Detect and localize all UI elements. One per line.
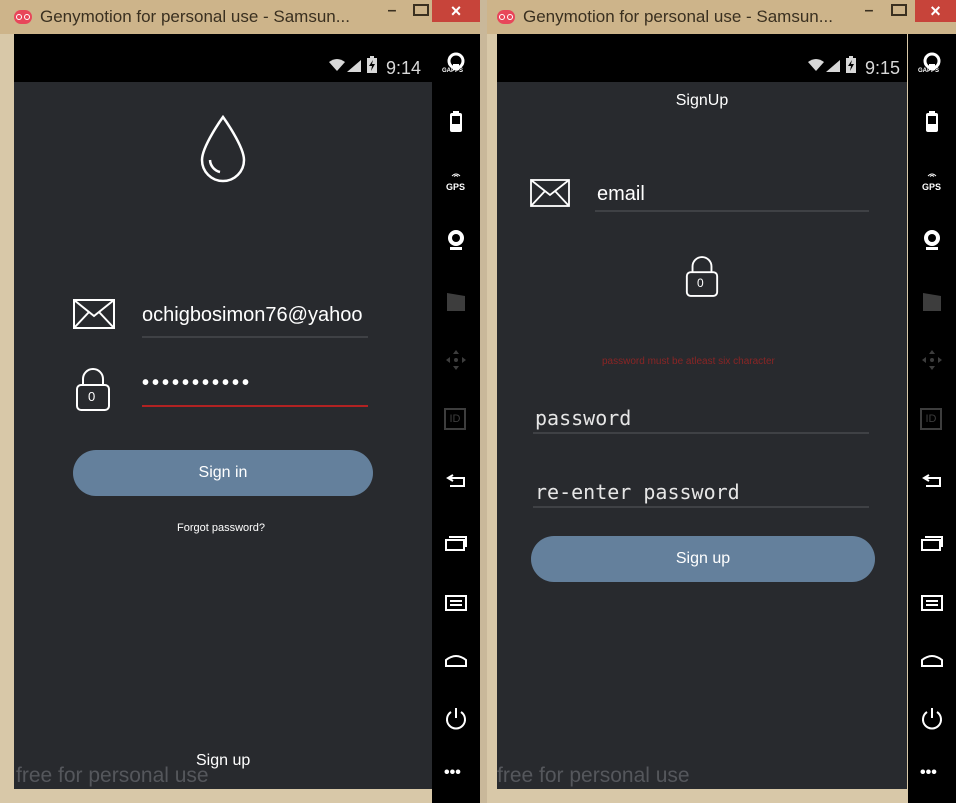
gps-label: GPS: [446, 182, 466, 192]
clapperboard-icon: [920, 290, 944, 314]
status-time: 9:14: [386, 58, 422, 78]
wifi-icon: [329, 59, 345, 71]
window-title: Genymotion for personal use - Samsun...: [523, 7, 833, 26]
lock-digit: 0: [88, 389, 96, 404]
status-bar: 9:15: [497, 34, 907, 82]
power-icon[interactable]: [920, 706, 944, 730]
more-icon[interactable]: •••: [920, 764, 944, 788]
gps-widget-icon[interactable]: GPS: [444, 170, 468, 194]
emulator-window-signup: Genymotion for personal use - Samsun... …: [487, 0, 956, 803]
password-input[interactable]: •••••••••••: [142, 372, 370, 395]
back-icon[interactable]: [920, 470, 944, 494]
menu-icon[interactable]: [444, 590, 468, 614]
minimize-button[interactable]: –: [378, 3, 406, 24]
minimize-button[interactable]: –: [855, 3, 883, 24]
email-input[interactable]: email: [597, 183, 857, 206]
menu-icon[interactable]: [920, 590, 944, 614]
device-id-icon: ID: [920, 408, 944, 432]
password-error-text: password must be atleast six character: [602, 356, 775, 367]
window-titlebar[interactable]: Genymotion for personal use - Samsun... …: [487, 0, 956, 34]
forgot-password-link[interactable]: Forgot password?: [177, 522, 265, 534]
genymotion-logo-icon: [14, 10, 32, 24]
email-icon: [530, 179, 570, 207]
reenter-password-input[interactable]: re-enter password: [535, 480, 865, 504]
watermark: free for personal use: [16, 764, 209, 787]
phone-screen: 9:15 SignUp email 0 password must be atl…: [497, 34, 907, 789]
signal-icon: [347, 60, 361, 72]
webcam-widget-icon[interactable]: [444, 228, 468, 252]
id-label: ID: [444, 408, 466, 430]
water-drop-logo-icon: [200, 114, 246, 183]
email-icon: [73, 299, 115, 329]
sign-up-button[interactable]: Sign up: [531, 536, 875, 582]
power-icon[interactable]: [444, 706, 468, 730]
home-icon[interactable]: [920, 648, 944, 672]
gps-widget-icon[interactable]: GPS: [920, 170, 944, 194]
device-id-icon: ID: [444, 408, 468, 432]
battery-icon: [846, 56, 856, 73]
email-underline: [595, 210, 869, 212]
maximize-button[interactable]: [413, 4, 429, 16]
signup-screen: SignUp email 0 password must be atleast …: [497, 82, 907, 789]
gapps-label: GAPPS: [918, 68, 940, 74]
lock-digit: 0: [697, 276, 704, 290]
password-underline-focused: [142, 405, 368, 407]
reenter-password-underline: [533, 506, 869, 508]
dpad-icon: [920, 348, 944, 372]
page-title: SignUp: [675, 92, 729, 109]
phone-screen: 9:14 ochigbosimon76@yahoo 0 ••••••••••• …: [14, 34, 432, 789]
window-titlebar[interactable]: Genymotion for personal use - Samsun... …: [0, 0, 480, 34]
window-title: Genymotion for personal use - Samsun...: [40, 7, 350, 26]
status-time: 9:15: [865, 58, 901, 78]
signal-icon: [826, 60, 840, 72]
email-underline: [142, 336, 368, 338]
battery-icon: [367, 56, 377, 73]
home-icon[interactable]: [444, 648, 468, 672]
sign-in-button[interactable]: Sign in: [73, 450, 373, 496]
gapps-icon[interactable]: GAPPS: [442, 52, 468, 76]
back-icon[interactable]: [444, 470, 468, 494]
webcam-widget-icon[interactable]: [920, 228, 944, 252]
close-button[interactable]: ×: [432, 0, 480, 22]
gapps-icon[interactable]: GAPPS: [918, 52, 944, 76]
login-screen: ochigbosimon76@yahoo 0 ••••••••••• Sign …: [14, 82, 432, 789]
watermark: free for personal use: [497, 764, 690, 787]
clapperboard-icon: [444, 290, 468, 314]
close-button[interactable]: ×: [915, 0, 956, 22]
genymotion-sidebar: GAPPS GPS ID •••: [908, 34, 956, 803]
recent-apps-icon[interactable]: [444, 530, 468, 554]
genymotion-sidebar: GAPPS GPS ID •••: [432, 34, 480, 803]
battery-widget-icon[interactable]: [444, 110, 468, 134]
id-label: ID: [920, 408, 942, 430]
password-input[interactable]: password: [535, 406, 865, 430]
maximize-button[interactable]: [891, 4, 907, 16]
status-bar: 9:14: [14, 34, 432, 82]
email-input[interactable]: ochigbosimon76@yahoo: [142, 304, 370, 327]
emulator-window-login: Genymotion for personal use - Samsun... …: [0, 0, 480, 803]
genymotion-logo-icon: [497, 10, 515, 24]
gps-label: GPS: [922, 182, 942, 192]
recent-apps-icon[interactable]: [920, 530, 944, 554]
battery-widget-icon[interactable]: [920, 110, 944, 134]
wifi-icon: [808, 59, 824, 71]
dpad-icon: [444, 348, 468, 372]
more-icon[interactable]: •••: [444, 764, 468, 788]
password-underline: [533, 432, 869, 434]
gapps-label: GAPPS: [442, 68, 464, 74]
